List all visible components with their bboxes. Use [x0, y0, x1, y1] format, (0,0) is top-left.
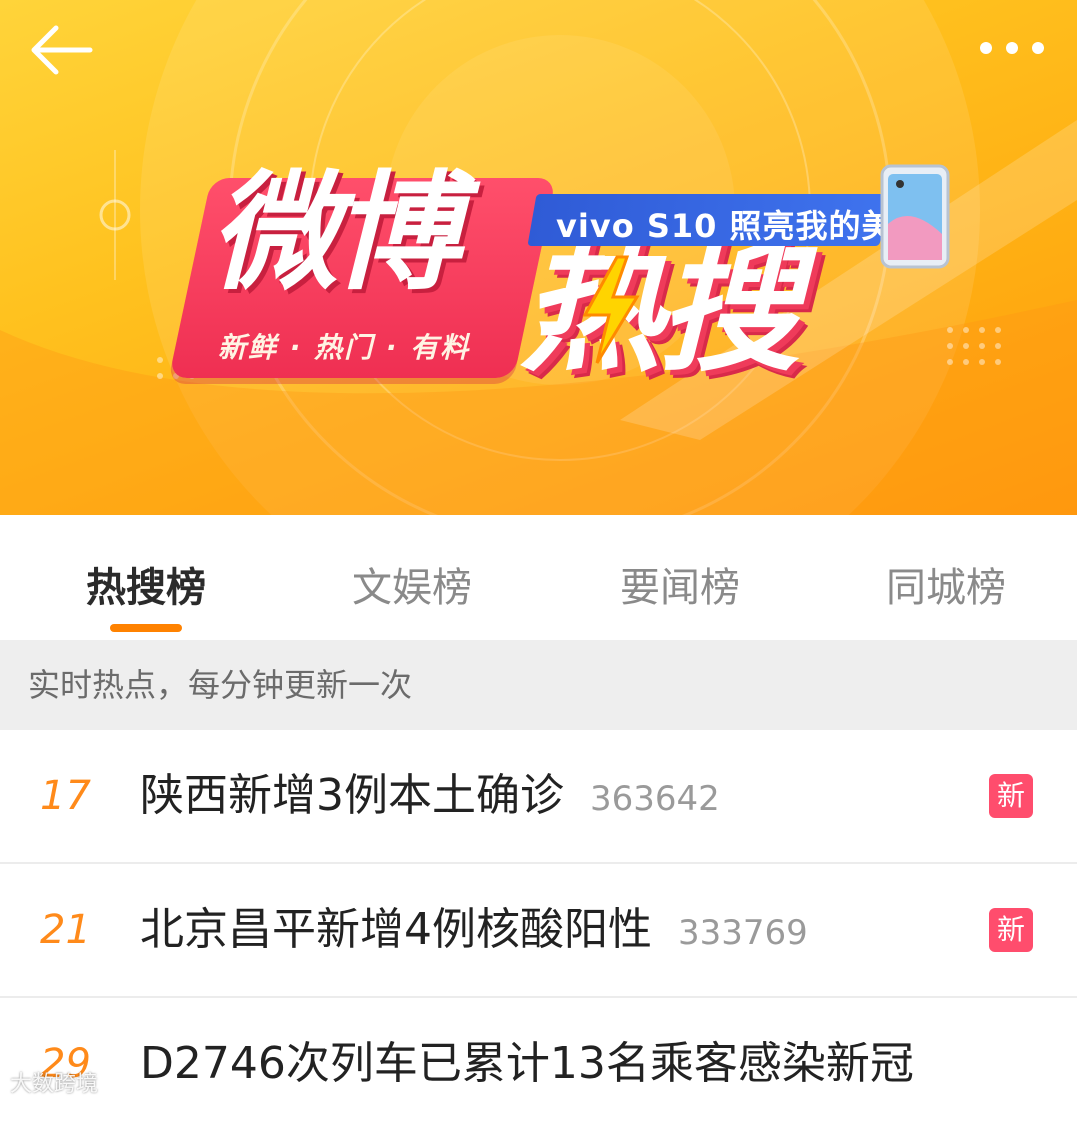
heat-count: 333769: [678, 913, 808, 953]
tab-entertainment[interactable]: 文娱榜: [344, 555, 480, 635]
heat-count: 363642: [590, 779, 720, 819]
more-dots-icon: [980, 42, 1044, 54]
phone-icon: [880, 164, 950, 269]
rank-number: 29: [40, 1041, 91, 1087]
watermark: 大数跨境: [10, 1072, 99, 1097]
active-tab-indicator: [110, 624, 182, 632]
tab-news[interactable]: 要闻榜: [612, 555, 748, 635]
list-item-title-wrap: 北京昌平新增4例核酸阳性 333769: [140, 864, 808, 999]
sponsor-text: vivo S10 照亮我的美: [556, 207, 895, 245]
lightning-icon: [582, 255, 640, 364]
new-badge: 新: [989, 908, 1033, 952]
new-badge: 新: [989, 774, 1033, 818]
more-button[interactable]: [972, 30, 1052, 66]
list-item-title: 北京昌平新增4例核酸阳性: [140, 904, 652, 955]
hero-banner: 微博 新鲜 · 热门 · 有料 热搜 vivo S10 照亮我的美: [0, 0, 1077, 515]
update-notice: 实时热点，每分钟更新一次: [0, 640, 1077, 730]
logo-subtitle: 新鲜 · 热门 · 有料: [218, 331, 471, 364]
list-item-title-wrap: D2746次列车已累计13名乘客感染新冠: [140, 998, 914, 1130]
tab-hot-search[interactable]: 热搜榜: [78, 555, 214, 635]
rank-number: 21: [40, 907, 91, 953]
list-item[interactable]: 17 陕西新增3例本土确诊 363642 新: [0, 730, 1077, 864]
hot-search-list: 17 陕西新增3例本土确诊 363642 新 21 北京昌平新增4例核酸阳性 333…: [0, 730, 1077, 1130]
back-arrow-icon: [31, 25, 93, 75]
logo-title: 微博: [210, 159, 460, 308]
list-item-title: D2746次列车已累计13名乘客感染新冠: [140, 1038, 914, 1089]
list-item-title: 陕西新增3例本土确诊: [140, 770, 564, 821]
tab-local[interactable]: 同城榜: [878, 555, 1014, 635]
list-item-title-wrap: 陕西新增3例本土确诊 363642: [140, 730, 720, 865]
list-item[interactable]: 29 D2746次列车已累计13名乘客感染新冠: [0, 998, 1077, 1130]
list-item[interactable]: 21 北京昌平新增4例核酸阳性 333769 新: [0, 864, 1077, 998]
tab-bar: 热搜榜 文娱榜 要闻榜 同城榜: [0, 515, 1077, 640]
logo-title-hot-search: 热搜: [520, 226, 800, 391]
rank-number: 17: [40, 773, 91, 819]
back-button[interactable]: [28, 22, 98, 78]
